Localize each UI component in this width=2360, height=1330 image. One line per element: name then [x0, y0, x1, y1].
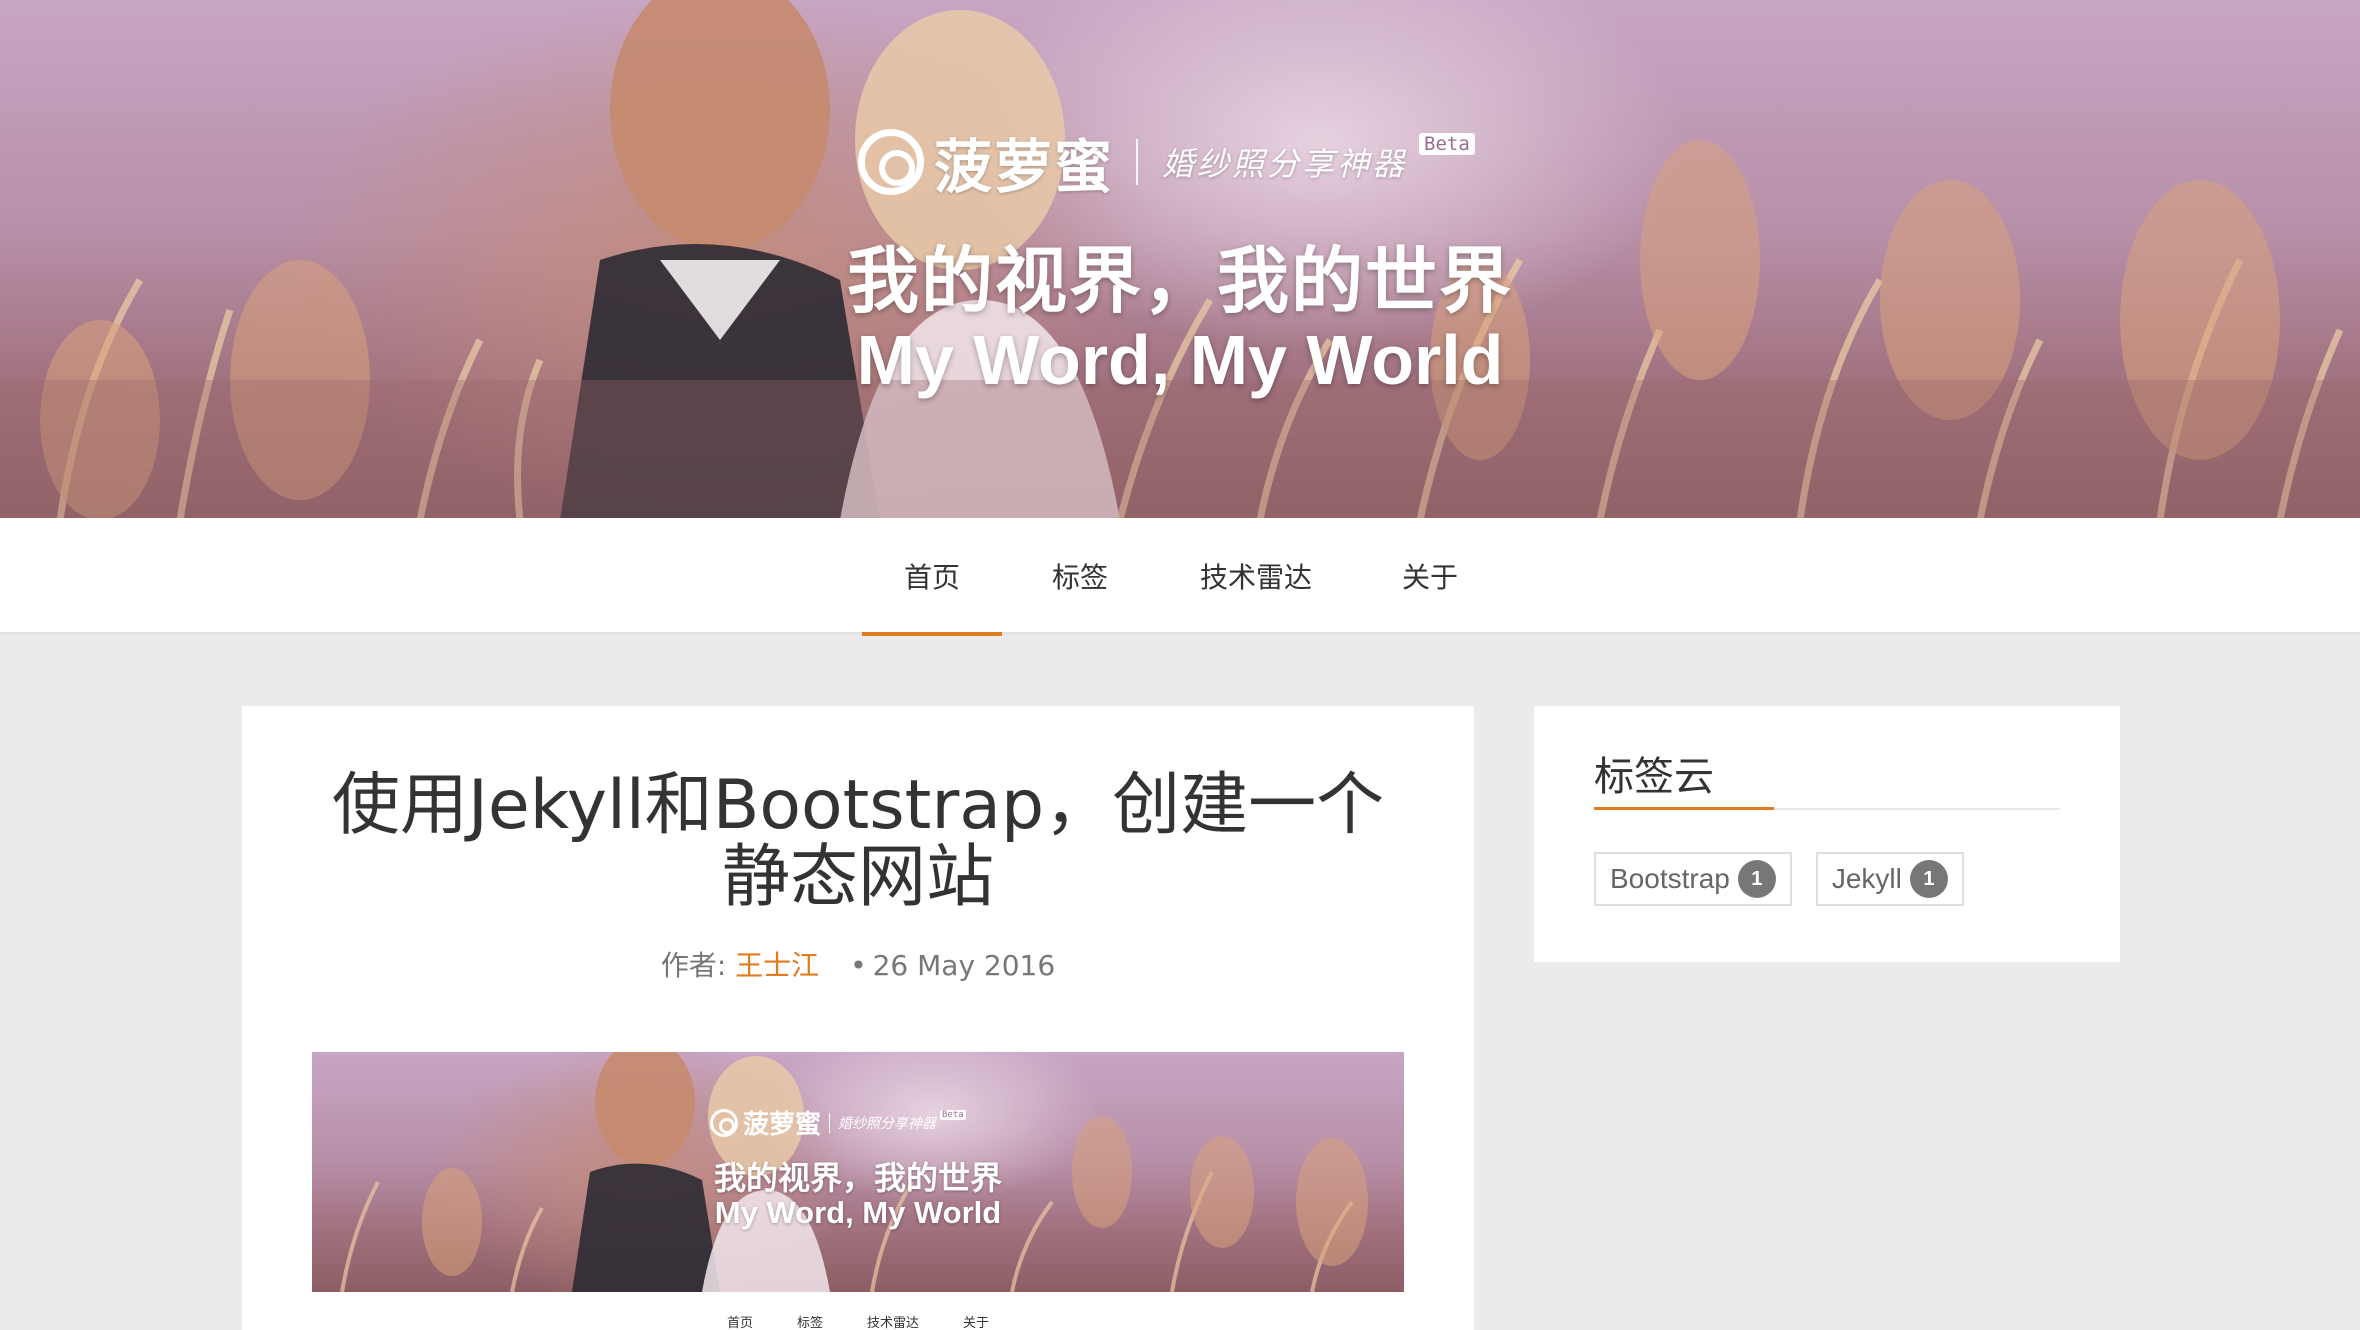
brand-logo-icon [858, 129, 924, 195]
post-image-brand: 菠萝蜜 婚纱照分享神器 Beta [710, 1104, 966, 1141]
post-image-title-en: My Word, My World [714, 1195, 1002, 1230]
nav-menu: 首页 标签 技术雷达 关于 [862, 518, 1506, 636]
tag-cloud-widget: 标签云 Bootstrap 1 Jekyll 1 [1534, 706, 2120, 962]
post-image-logo-icon [710, 1108, 738, 1137]
hero-title-cn: 我的视界，我的世界 [846, 239, 1513, 323]
post-image-title-cn: 我的视界，我的世界 [713, 1159, 1002, 1197]
nav-item-tech-radar[interactable]: 技术雷达 [1158, 518, 1354, 634]
meta-author-label: 作者: [660, 949, 727, 982]
post-title-line2[interactable]: 静态网站 [242, 842, 1474, 914]
main-navbar: 首页 标签 技术雷达 关于 [0, 518, 2360, 636]
brand-logo-group[interactable]: 菠萝蜜 婚纱照分享神器 Beta [858, 122, 1475, 202]
author-link[interactable]: 王士江 [735, 949, 819, 982]
tag-bootstrap[interactable]: Bootstrap 1 [1594, 852, 1792, 906]
tag-count-badge: 1 [1909, 860, 1948, 898]
post-image-beta-badge: Beta [940, 1109, 966, 1120]
post-image-nav-home: 首页 [726, 1316, 753, 1330]
brand-divider [1136, 139, 1139, 185]
nav-item-home[interactable]: 首页 [862, 518, 1002, 636]
beta-badge: Beta [1419, 133, 1475, 155]
post-screenshot-image: 菠萝蜜 婚纱照分享神器 Beta 我的视界，我的世界 My Word, My W… [312, 1052, 1404, 1292]
hero-title: 我的视界，我的世界 My Word, My World [0, 240, 2360, 398]
post-title-line1[interactable]: 使用Jekyll和Bootstrap，创建一个 [242, 770, 1474, 842]
brand-slogan: 婚纱照分享神器 [1162, 145, 1408, 183]
tag-list: Bootstrap 1 Jekyll 1 [1594, 852, 1964, 906]
tag-label: Bootstrap [1610, 863, 1730, 894]
post-image-brand-slogan: 婚纱照分享神器 [838, 1115, 937, 1132]
post-image-nav-tags: 标签 [796, 1316, 823, 1330]
post-card: 使用Jekyll和Bootstrap，创建一个 静态网站 作者: 王士江 • 26… [242, 706, 1474, 1330]
nav-item-tags[interactable]: 标签 [1002, 518, 1158, 634]
post-image-brand-name: 菠萝蜜 [743, 1110, 822, 1140]
post-date: 26 May 2016 [872, 949, 1056, 982]
tag-cloud-title: 标签云 [1594, 754, 1714, 800]
hero-title-en: My Word, My World [856, 321, 1504, 399]
post-image-title: 我的视界，我的世界 My Word, My World [312, 1160, 1404, 1230]
hero-banner: 菠萝蜜 婚纱照分享神器 Beta 我的视界，我的世界 My Word, My W… [0, 0, 2360, 518]
nav-item-about[interactable]: 关于 [1354, 518, 1506, 634]
tag-count-badge: 1 [1737, 860, 1776, 898]
post-image-nav-tech-radar: 技术雷达 [867, 1316, 920, 1330]
post-meta: 作者: 王士江 • 26 May 2016 [242, 944, 1474, 984]
meta-separator: • [850, 949, 867, 982]
post-title[interactable]: 使用Jekyll和Bootstrap，创建一个 静态网站 [242, 770, 1474, 914]
tag-jekyll[interactable]: Jekyll 1 [1815, 852, 1964, 906]
post-image-nav-about: 关于 [963, 1316, 990, 1330]
post-image-brand-divider [829, 1112, 831, 1133]
tag-label: Jekyll [1831, 863, 1902, 894]
brand-name: 菠萝蜜 [934, 133, 1115, 201]
post-image-nav: 首页 标签 技术雷达 关于 [242, 1304, 1474, 1330]
tag-cloud-divider-accent [1594, 807, 1774, 810]
